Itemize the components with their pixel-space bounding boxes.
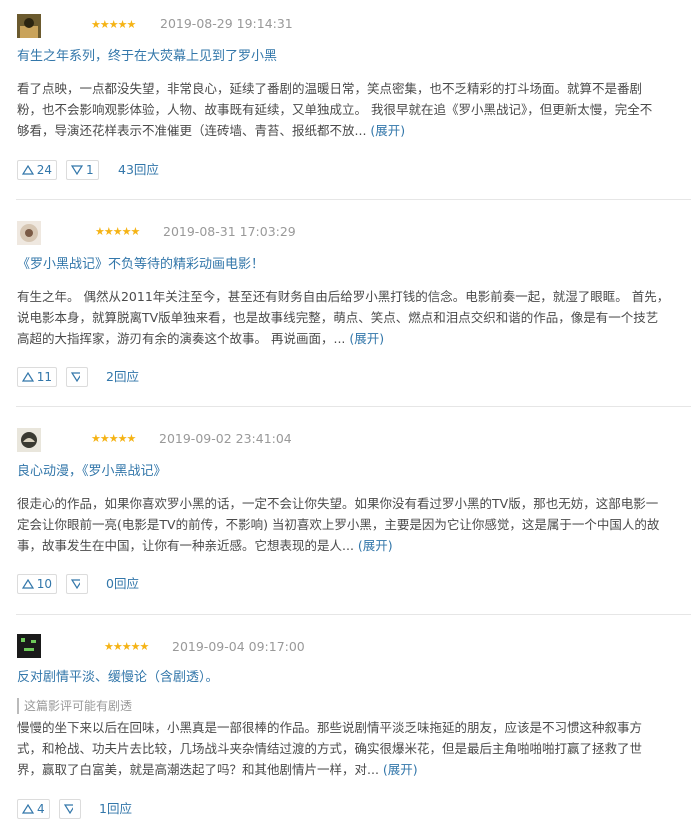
replies-link[interactable]: 1回应 xyxy=(99,799,132,819)
review-date: 2019-09-02 23:41:04 xyxy=(159,431,292,446)
review-text-line-last: 界，赢取了白富美，就是高潮迭起了吗？和其他剧情片一样，对... (展开) xyxy=(17,759,689,780)
triangle-down-icon xyxy=(64,804,73,814)
review-text-line: 事，故事发生在中国，让你有一种亲近感。它想表现的是人... xyxy=(17,538,354,553)
triangle-down-icon xyxy=(71,579,80,589)
review-text-line-last: 高超的大指挥家，游刃有余的演奏这个故事。 再说画面，... (展开) xyxy=(17,328,689,349)
review-body: 看了点映，一点都没失望，非常良心，延续了番剧的温暖日常，笑点密集，也不乏精彩的打… xyxy=(17,78,689,141)
review-date: 2019-08-31 17:03:29 xyxy=(163,224,296,239)
review-text-line: 很走心的作品，如果你喜欢罗小黑的话，一定不会让你失望。如果你没有看过罗小黑的TV… xyxy=(17,496,659,511)
review-title[interactable]: 反对剧情平淡、缓慢论（含剧透）。 xyxy=(17,669,219,687)
review-body: 有生之年。 偶然从2011年关注至今，甚至还有财务自由后给罗小黑打钱的信念。电影… xyxy=(17,286,689,349)
avatar[interactable] xyxy=(17,428,41,452)
upvote-count: 4 xyxy=(37,802,45,816)
triangle-up-icon xyxy=(22,165,34,175)
review-text-line: 粉，也不会影响观影体验，人物、故事既有延续，又单独成立。 我很早就在追《罗小黑战… xyxy=(17,102,653,117)
triangle-up-icon xyxy=(22,579,34,589)
downvote-button[interactable] xyxy=(66,574,88,594)
review-text-line: 定会让你眼前一亮(电影是TV的前传，不影响) 当初喜欢上罗小黑，主要是因为它让你… xyxy=(17,517,660,532)
rating-stars: ★★★★★ xyxy=(91,432,136,445)
upvote-button[interactable]: 10 xyxy=(17,574,57,594)
upvote-button[interactable]: 4 xyxy=(17,799,50,819)
divider xyxy=(16,406,691,407)
review-date: 2019-09-04 09:17:00 xyxy=(172,639,305,654)
expand-link[interactable]: (展开) xyxy=(349,331,384,346)
expand-link[interactable]: (展开) xyxy=(358,538,393,553)
downvote-count: 1 xyxy=(86,163,94,177)
review-body: 很走心的作品，如果你喜欢罗小黑的话，一定不会让你失望。如果你没有看过罗小黑的TV… xyxy=(17,493,689,556)
triangle-down-icon xyxy=(71,372,80,382)
review-date: 2019-08-29 19:14:31 xyxy=(160,16,293,31)
rating-stars: ★★★★★ xyxy=(104,640,149,653)
avatar-icon xyxy=(17,221,41,245)
replies-link[interactable]: 43回应 xyxy=(118,160,159,180)
downvote-button[interactable] xyxy=(59,799,81,819)
review-title[interactable]: 有生之年系列，终于在大荧幕上见到了罗小黑 xyxy=(17,48,277,66)
downvote-button[interactable]: 1 xyxy=(66,160,99,180)
avatar[interactable] xyxy=(17,14,41,38)
upvote-button[interactable]: 11 xyxy=(17,367,57,387)
expand-link[interactable]: (展开) xyxy=(383,762,418,777)
expand-link[interactable]: (展开) xyxy=(370,123,405,138)
spoiler-notice: 这篇影评可能有剧透 xyxy=(17,698,132,714)
replies-link[interactable]: 0回应 xyxy=(106,574,139,594)
upvote-count: 10 xyxy=(36,577,52,591)
triangle-up-icon xyxy=(22,804,34,814)
upvote-count: 11 xyxy=(36,370,52,384)
review-text-line: 慢慢的坐下来以后在回味，小黑真是一部很棒的作品。那些说剧情平淡乏味拖延的朋友，应… xyxy=(17,720,643,735)
divider xyxy=(16,199,691,200)
review-text-line: 高超的大指挥家，游刃有余的演奏这个故事。 再说画面，... xyxy=(17,331,346,346)
review-body: 慢慢的坐下来以后在回味，小黑真是一部很棒的作品。那些说剧情平淡乏味拖延的朋友，应… xyxy=(17,717,689,780)
avatar[interactable] xyxy=(17,221,41,245)
review-text-line: 有生之年。 偶然从2011年关注至今，甚至还有财务自由后给罗小黑打钱的信念。电影… xyxy=(17,289,670,304)
downvote-button[interactable] xyxy=(66,367,88,387)
upvote-button[interactable]: 24 xyxy=(17,160,57,180)
review-text-line: 够看，导演还花样表示不准催更（连砖墙、青苔、报纸都不放... xyxy=(17,123,367,138)
rating-stars: ★★★★★ xyxy=(95,225,140,238)
rating-stars: ★★★★★ xyxy=(91,18,136,31)
avatar-icon xyxy=(17,634,41,658)
triangle-up-icon xyxy=(22,372,34,382)
triangle-down-icon xyxy=(71,165,83,175)
review-text-line-last: 事，故事发生在中国，让你有一种亲近感。它想表现的是人... (展开) xyxy=(17,535,689,556)
review-text-line: 式，和枪战、功夫片去比较，几场战斗夹杂情结过渡的方式，确实很爆米花，但是最后主角… xyxy=(17,741,643,756)
avatar[interactable] xyxy=(17,634,41,658)
review-title[interactable]: 良心动漫，《罗小黑战记》 xyxy=(17,463,167,481)
avatar-icon xyxy=(17,428,41,452)
review-text-line: 说电影本身，就算脱离TV版单独来看，也是故事线完整，萌点、笑点、燃点和泪点交织和… xyxy=(17,310,659,325)
replies-link[interactable]: 2回应 xyxy=(106,367,139,387)
review-text-line-last: 够看，导演还花样表示不准催更（连砖墙、青苔、报纸都不放... (展开) xyxy=(17,120,689,141)
review-title[interactable]: 《罗小黑战记》不负等待的精彩动画电影！ xyxy=(17,256,264,274)
avatar-icon xyxy=(17,14,41,38)
divider xyxy=(16,614,691,615)
review-text-line: 界，赢取了白富美，就是高潮迭起了吗？和其他剧情片一样，对... xyxy=(17,762,379,777)
review-text-line: 看了点映，一点都没失望，非常良心，延续了番剧的温暖日常，笑点密集，也不乏精彩的打… xyxy=(17,81,643,96)
upvote-count: 24 xyxy=(36,163,52,177)
